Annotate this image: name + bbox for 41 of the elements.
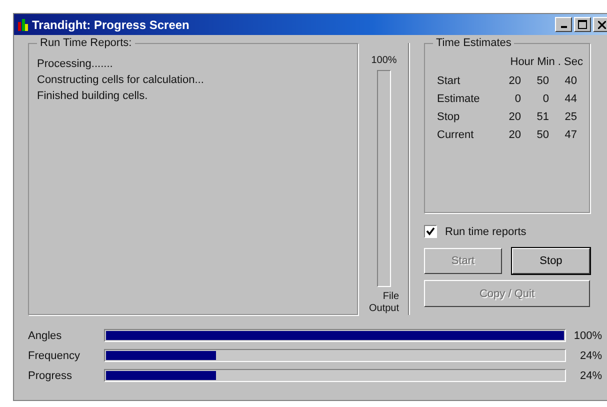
row-label: Current	[437, 128, 475, 143]
maximize-button[interactable]	[574, 17, 591, 32]
report-line: Constructing cells for calculation...	[37, 73, 205, 88]
time-value: 20	[508, 128, 521, 143]
time-value: 47	[564, 128, 577, 143]
time-value: 20	[508, 110, 521, 125]
progress-label: Angles	[28, 330, 63, 342]
minimize-button[interactable]	[555, 17, 572, 32]
file-output-label: File Output	[368, 291, 400, 315]
row-label: Estimate	[437, 92, 481, 107]
maximize-icon	[578, 20, 587, 29]
app-icon	[18, 18, 28, 30]
window-title: Trandight: Progress Screen	[32, 18, 190, 32]
time-value: 20	[508, 74, 521, 89]
time-value: 40	[564, 74, 577, 89]
time-value: 44	[564, 92, 577, 107]
progress-label: Progress	[28, 370, 74, 382]
group-title: Run Time Reports:	[37, 37, 135, 49]
minimize-icon	[560, 26, 566, 28]
dialog-button[interactable]: Stop	[512, 248, 590, 274]
close-button[interactable]	[593, 17, 607, 32]
close-icon	[598, 20, 606, 28]
row-label: Start	[437, 74, 462, 89]
progress-reading: 100%	[572, 330, 602, 342]
time-value: 0	[542, 92, 549, 107]
column-header: Hour Min . Sec	[509, 56, 583, 68]
progress-reading: 24%	[578, 370, 602, 382]
report-line: Processing.......	[37, 57, 114, 72]
meter-label: 100%	[371, 55, 397, 66]
group-title: Time Estimates	[433, 37, 514, 49]
row-label: Stop	[437, 110, 461, 125]
report-line: Finished building cells.	[37, 89, 149, 104]
checkbox[interactable]	[424, 225, 437, 238]
time-value: 50	[536, 74, 549, 89]
progress-label: Frequency	[28, 350, 81, 362]
checkbox-label: Run time reports	[445, 226, 526, 238]
time-value: 0	[514, 92, 521, 107]
time-value: 51	[536, 110, 549, 125]
time-value: 25	[564, 110, 577, 125]
time-value: 50	[536, 128, 549, 143]
progress-reading: 24%	[578, 350, 602, 362]
